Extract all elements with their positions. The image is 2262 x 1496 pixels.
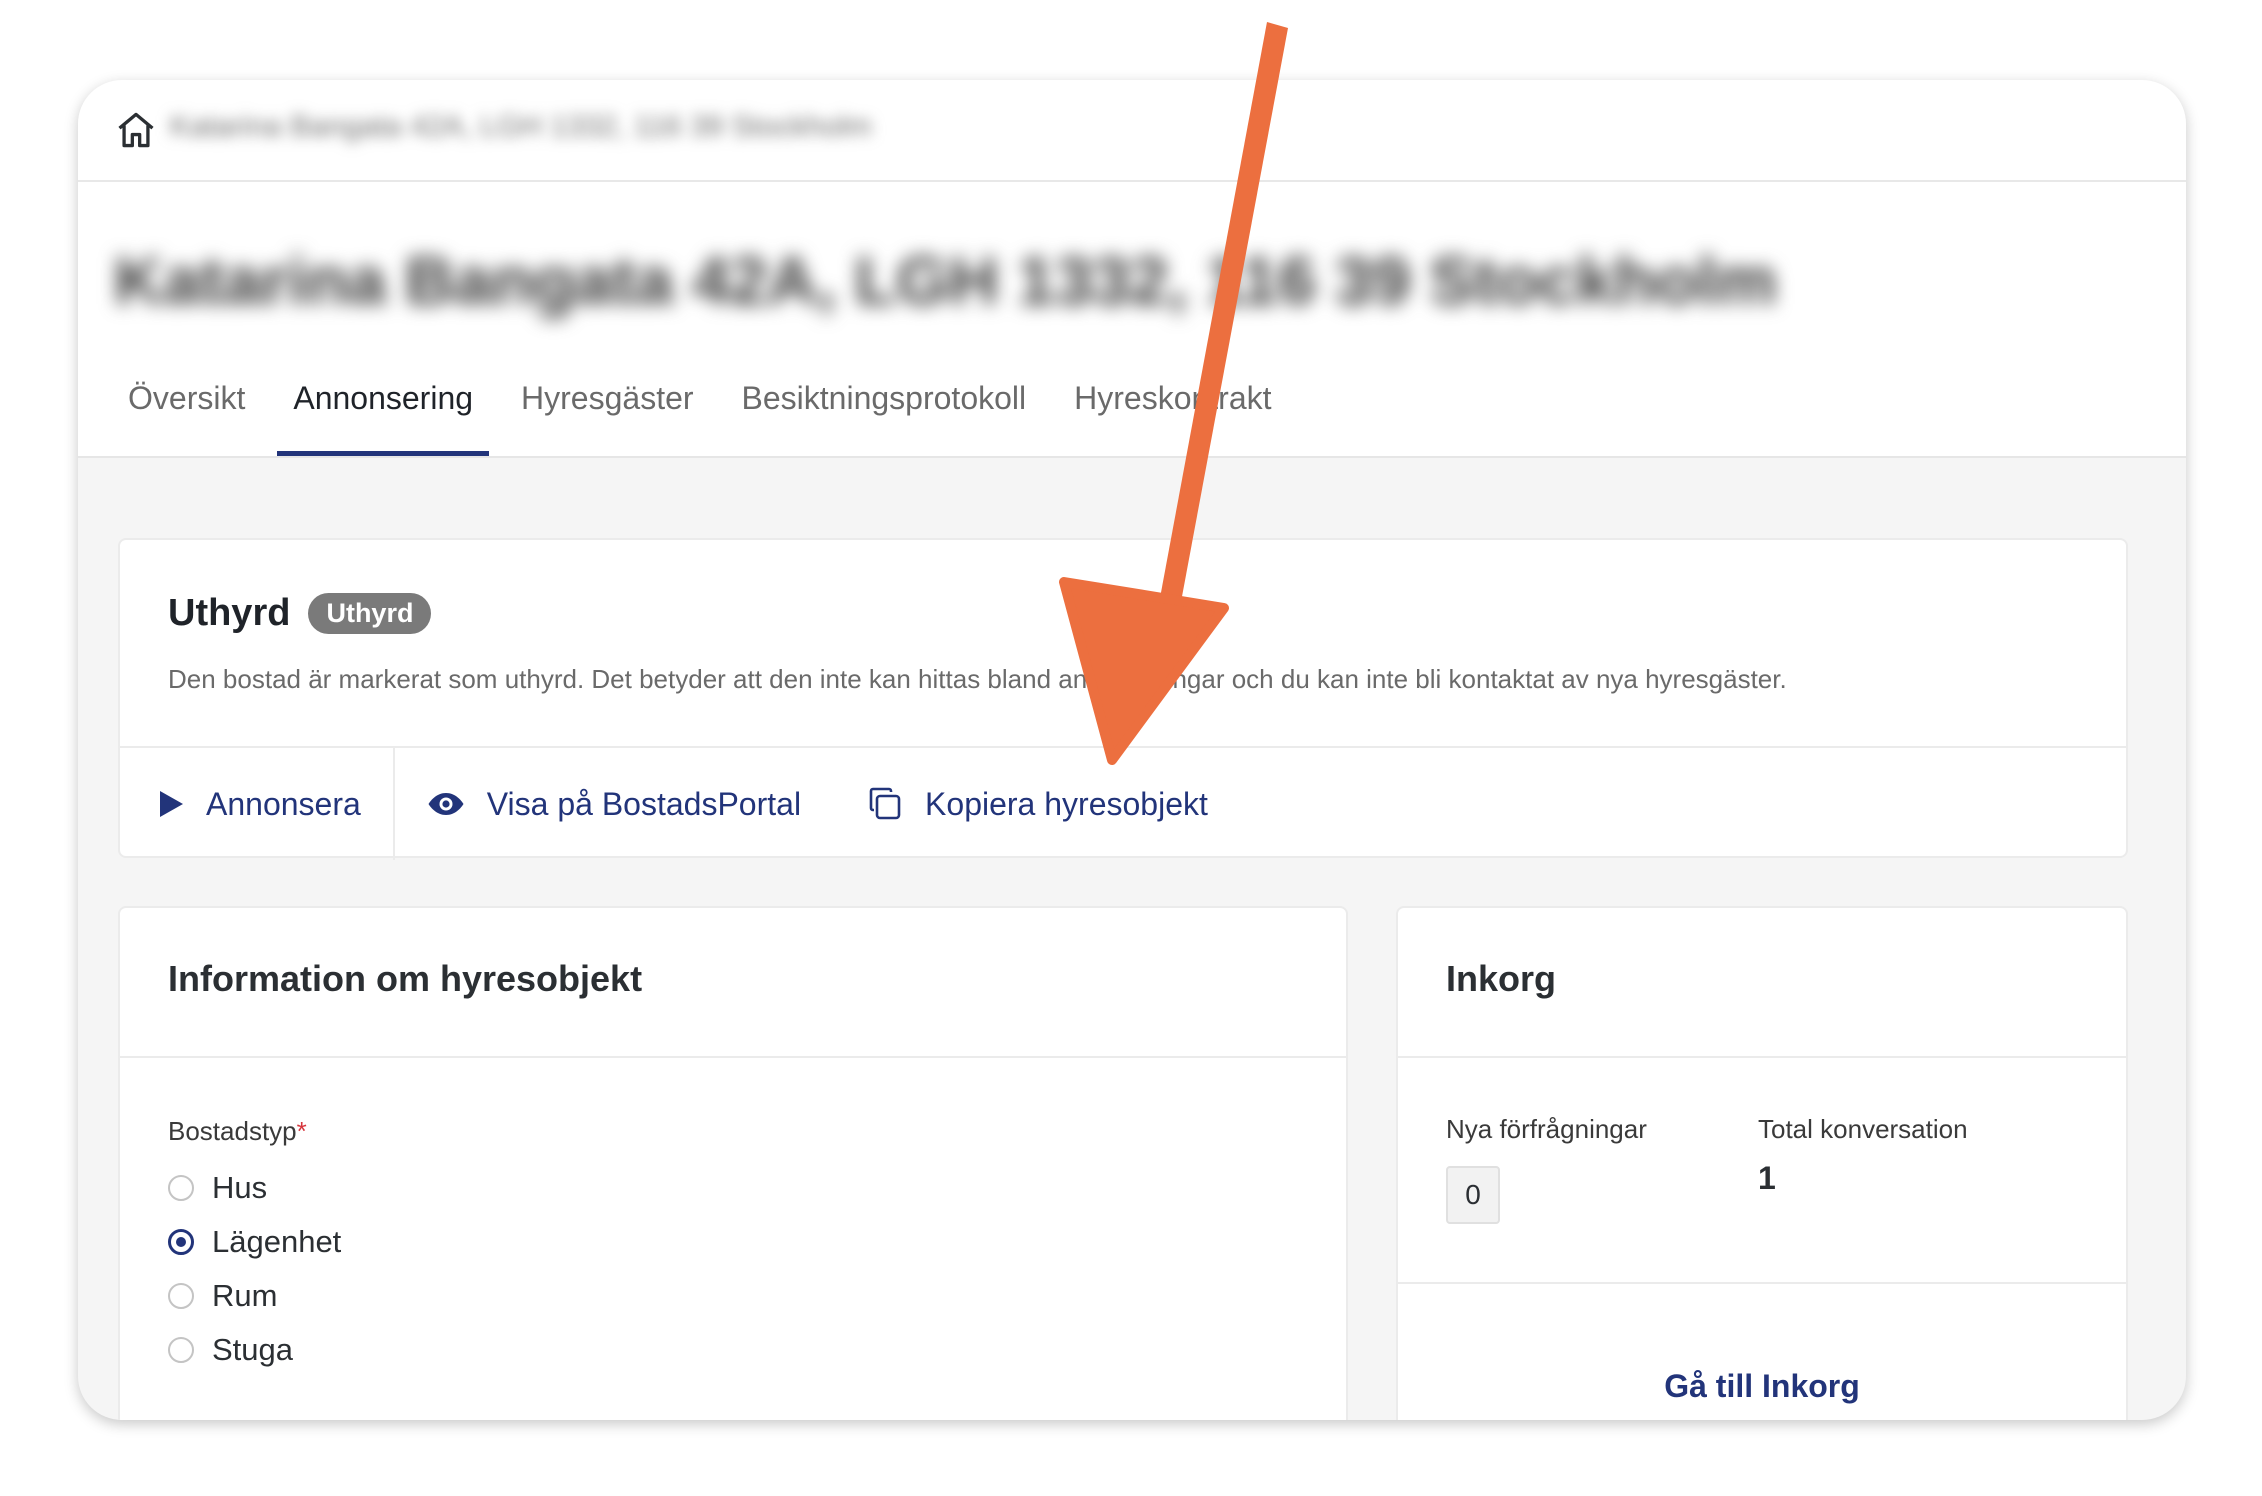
total-conversation-count: 1 xyxy=(1758,1160,1776,1196)
tab-oversikt[interactable]: Översikt xyxy=(112,366,261,456)
kopiera-label: Kopiera hyresobjekt xyxy=(925,785,1208,822)
tab-bar: Översikt Annonsering Hyresgäster Besiktn… xyxy=(112,366,1304,456)
home-icon[interactable] xyxy=(114,108,158,152)
kopiera-hyresobjekt-button[interactable]: Kopiera hyresobjekt xyxy=(867,748,1208,860)
breadcrumb[interactable]: Katarina Bangata 42A, LGH 1332, 116 39 S… xyxy=(170,110,872,144)
visa-label: Visa på BostadsPortal xyxy=(486,785,802,822)
bostadstyp-label: Bostadstyp* xyxy=(168,1116,307,1147)
eye-icon xyxy=(428,793,464,815)
annonsera-button[interactable]: Annonsera xyxy=(120,748,395,860)
play-icon xyxy=(160,791,183,817)
divider xyxy=(1398,1282,2126,1284)
go-to-inbox-link[interactable]: Gå till Inkorg xyxy=(1398,1368,2126,1405)
divider xyxy=(1398,1056,2126,1058)
tab-besiktningsprotokoll[interactable]: Besiktningsprotokoll xyxy=(726,366,1043,456)
radio-label: Rum xyxy=(212,1278,278,1313)
status-title: Uthyrd xyxy=(168,592,291,634)
app-window: Katarina Bangata 42A, LGH 1332, 116 39 S… xyxy=(78,80,2186,1420)
top-bar: Katarina Bangata 42A, LGH 1332, 116 39 S… xyxy=(78,80,2186,182)
visa-pa-bostadsportal-button[interactable]: Visa på BostadsPortal xyxy=(395,748,801,860)
tab-annonsering[interactable]: Annonsering xyxy=(277,366,490,456)
radio-option-hus[interactable]: Hus xyxy=(168,1170,267,1206)
info-card-title: Information om hyresobjekt xyxy=(168,958,643,999)
radio-label: Stuga xyxy=(212,1332,294,1367)
info-card: Information om hyresobjekt Bostadstyp* H… xyxy=(118,906,1348,1420)
page-header: Katarina Bangata 42A, LGH 1332, 116 39 S… xyxy=(78,182,2186,458)
radio-button[interactable] xyxy=(168,1175,194,1201)
new-requests-label: Nya förfrågningar xyxy=(1446,1114,1647,1144)
radio-button[interactable] xyxy=(168,1283,194,1309)
radio-option-lagenhet[interactable]: Lägenhet xyxy=(168,1224,341,1260)
radio-button[interactable] xyxy=(168,1337,194,1363)
annonsera-label: Annonsera xyxy=(206,785,361,822)
total-conversation-label: Total konversation xyxy=(1758,1114,1968,1144)
bostadstyp-text: Bostadstyp xyxy=(168,1116,297,1146)
status-title-row: Uthyrd Uthyrd xyxy=(168,592,432,635)
status-badge: Uthyrd xyxy=(308,593,432,634)
divider xyxy=(120,1056,1346,1058)
inbox-card: Inkorg Nya förfrågningar Total konversat… xyxy=(1396,906,2128,1420)
tab-hyresgaster[interactable]: Hyresgäster xyxy=(505,366,710,456)
radio-option-stuga[interactable]: Stuga xyxy=(168,1332,293,1368)
tab-hyreskontrakt[interactable]: Hyreskontrakt xyxy=(1058,366,1287,456)
radio-label: Hus xyxy=(212,1170,268,1205)
page-title: Katarina Bangata 42A, LGH 1332, 116 39 S… xyxy=(114,243,1777,319)
copy-icon xyxy=(869,787,901,820)
status-description: Den bostad är markerat som uthyrd. Det b… xyxy=(168,664,1787,694)
inbox-card-title: Inkorg xyxy=(1446,958,1557,999)
status-actions: Annonsera Visa på BostadsPortal Kopiera … xyxy=(120,746,2126,860)
new-requests-count: 0 xyxy=(1446,1166,1500,1224)
required-marker: * xyxy=(296,1116,307,1146)
status-card: Uthyrd Uthyrd Den bostad är markerat som… xyxy=(118,538,2128,860)
radio-label: Lägenhet xyxy=(212,1224,342,1259)
radio-option-rum[interactable]: Rum xyxy=(168,1278,277,1314)
radio-button-selected[interactable] xyxy=(168,1229,194,1255)
